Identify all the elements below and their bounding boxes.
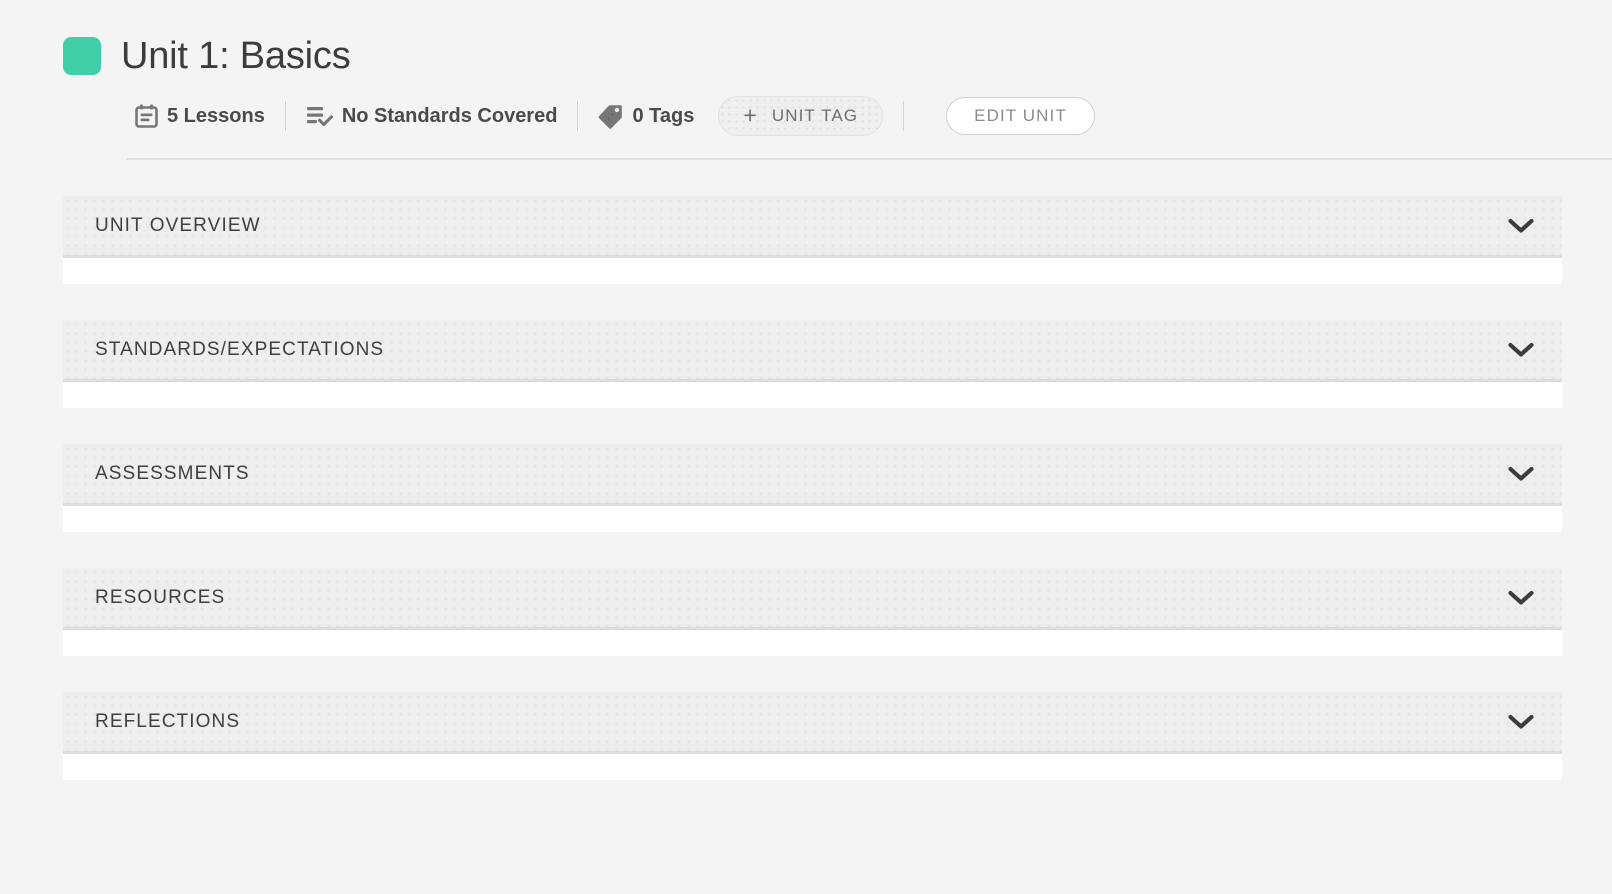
unit-meta-row: 5 Lessons No Standards Covered 0 Tags + …: [63, 96, 1612, 136]
section-title: RESOURCES: [95, 586, 226, 608]
meta-lessons: 5 Lessons: [135, 104, 265, 128]
meta-standards-label: No Standards Covered: [341, 104, 558, 127]
header-divider: [126, 158, 1612, 160]
section-reflections: REFLECTIONS: [63, 692, 1562, 780]
section-header-unit-overview[interactable]: UNIT OVERVIEW: [63, 196, 1562, 258]
accordion-sections: UNIT OVERVIEW STANDARDS/EXPECTATIONS ASS…: [0, 196, 1612, 780]
chevron-down-icon[interactable]: [1508, 466, 1534, 482]
meta-divider: [284, 101, 286, 131]
section-resources: RESOURCES: [63, 568, 1562, 656]
tag-icon: [598, 104, 623, 129]
plus-icon: +: [743, 101, 758, 128]
unit-title-row: Unit 1: Basics: [63, 30, 1612, 82]
section-body: [63, 630, 1562, 656]
chevron-down-icon[interactable]: [1508, 590, 1534, 606]
edit-unit-label: EDIT UNIT: [974, 106, 1067, 125]
meta-tags-label: 0 Tags: [632, 104, 695, 127]
meta-divider: [577, 101, 579, 131]
section-body: [63, 382, 1562, 408]
unit-color-swatch[interactable]: [63, 37, 101, 75]
section-title: ASSESSMENTS: [95, 462, 250, 484]
standards-check-icon: [306, 105, 333, 127]
page-title: Unit 1: Basics: [121, 35, 351, 77]
section-body: [63, 754, 1562, 780]
section-title: UNIT OVERVIEW: [95, 214, 261, 236]
unit-detail-page: Unit 1: Basics 5 Lessons No Standards Co…: [0, 0, 1612, 894]
add-unit-tag-label: UNIT TAG: [771, 106, 859, 125]
section-title: STANDARDS/EXPECTATIONS: [95, 338, 385, 360]
section-standards-expectations: STANDARDS/EXPECTATIONS: [63, 320, 1562, 408]
meta-lessons-label: 5 Lessons: [167, 104, 265, 127]
section-header-reflections[interactable]: REFLECTIONS: [63, 692, 1562, 754]
meta-divider: [903, 101, 905, 131]
section-header-resources[interactable]: RESOURCES: [63, 568, 1562, 630]
chevron-down-icon[interactable]: [1508, 342, 1534, 358]
section-body: [63, 258, 1562, 284]
meta-tags: 0 Tags: [598, 104, 694, 129]
chevron-down-icon[interactable]: [1508, 714, 1534, 730]
section-header-standards-expectations[interactable]: STANDARDS/EXPECTATIONS: [63, 320, 1562, 382]
calendar-icon: [135, 104, 158, 128]
edit-unit-button[interactable]: EDIT UNIT: [946, 97, 1095, 135]
section-header-assessments[interactable]: ASSESSMENTS: [63, 444, 1562, 506]
add-unit-tag-button[interactable]: + UNIT TAG: [718, 96, 884, 136]
section-assessments: ASSESSMENTS: [63, 444, 1562, 532]
section-body: [63, 506, 1562, 532]
chevron-down-icon[interactable]: [1508, 218, 1534, 234]
section-title: REFLECTIONS: [95, 710, 241, 732]
section-unit-overview: UNIT OVERVIEW: [63, 196, 1562, 284]
unit-header: Unit 1: Basics 5 Lessons No Standards Co…: [0, 0, 1612, 160]
meta-standards: No Standards Covered: [306, 104, 558, 128]
